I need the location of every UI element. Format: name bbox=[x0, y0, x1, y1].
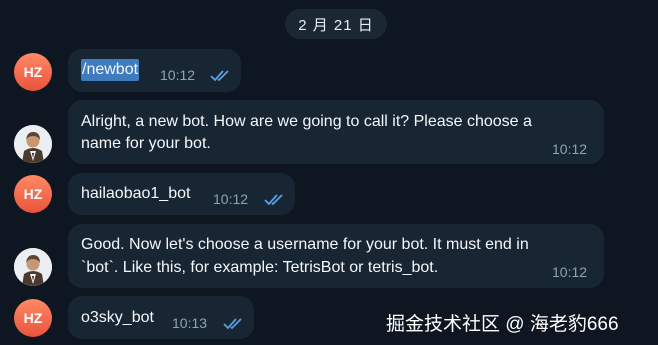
message-text-line-2: `bot`. Like this, for example: TetrisBot… bbox=[81, 259, 439, 276]
message-bubble[interactable]: Alright, a new bot. How are we going to … bbox=[68, 100, 604, 164]
avatar-bot[interactable] bbox=[14, 248, 52, 286]
date-separator: 2 月 21 日 bbox=[285, 9, 387, 39]
message-bubble[interactable]: Good. Now let's choose a username for yo… bbox=[68, 224, 604, 288]
message-time: 10:12 bbox=[552, 141, 588, 157]
message-text-line-2: name for your bot. bbox=[81, 135, 211, 152]
avatar-hz[interactable]: HZ bbox=[14, 299, 52, 337]
message-text: o3sky_bot bbox=[81, 309, 154, 326]
bot-avatar-image bbox=[14, 248, 52, 286]
double-check-icon bbox=[210, 70, 229, 82]
message-time: 10:12 bbox=[552, 264, 588, 280]
message-text: /newbot bbox=[81, 59, 140, 81]
message-text-line-1: Good. Now let's choose a username for yo… bbox=[81, 236, 529, 253]
avatar-hz[interactable]: HZ bbox=[14, 175, 52, 213]
message-time: 10:12 bbox=[160, 67, 196, 83]
message-bubble[interactable]: /newbot 10:12 bbox=[68, 49, 241, 92]
message-text-line-1: Alright, a new bot. How are we going to … bbox=[81, 113, 532, 130]
avatar-hz[interactable]: HZ bbox=[14, 53, 52, 91]
bot-avatar-image bbox=[14, 125, 52, 163]
message-text: hailaobao1_bot bbox=[81, 185, 191, 202]
double-check-icon bbox=[223, 318, 242, 330]
message-bubble[interactable]: o3sky_bot 10:13 bbox=[68, 296, 254, 339]
message-bubble[interactable]: hailaobao1_bot 10:12 bbox=[68, 173, 295, 215]
message-time: 10:12 bbox=[213, 191, 249, 207]
message-time: 10:13 bbox=[172, 315, 208, 331]
double-check-icon bbox=[264, 194, 283, 206]
avatar-bot[interactable] bbox=[14, 125, 52, 163]
watermark: 掘金技术社区 @ 海老豹666 bbox=[386, 314, 619, 335]
